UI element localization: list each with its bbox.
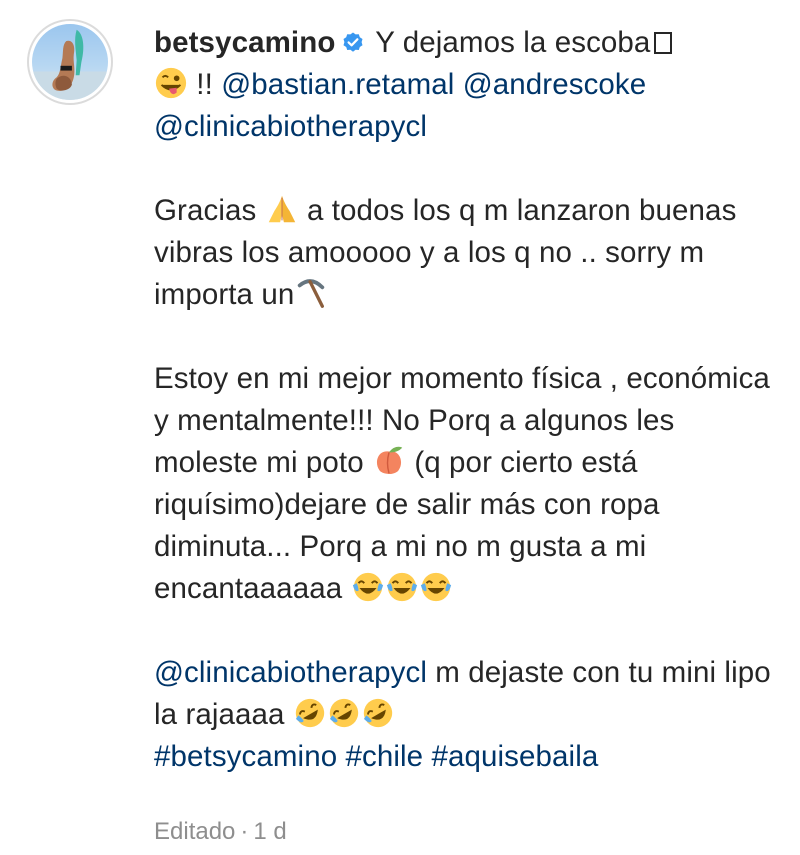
caption-text: betsycamino Y dejamos la escoba !! @bast… [154, 22, 784, 148]
mention-clinica-link-2[interactable]: @clinicabiotherapycl [154, 656, 427, 689]
username-link[interactable]: betsycamino [154, 26, 335, 59]
caption-paragraph-4: @clinicabiotherapycl m dejaste con tu mi… [154, 652, 784, 778]
profile-photo-icon [32, 29, 108, 100]
comment-meta: Editado · 1 d [154, 818, 287, 846]
caption-gracias: Gracias [154, 194, 257, 227]
verified-badge-icon [341, 25, 365, 52]
tears-of-joy-emoji-icon [419, 570, 453, 604]
hashtag-chile-link[interactable]: #chile [346, 740, 424, 773]
rolling-laughing-emoji-icon [293, 696, 327, 730]
caption-paragraph-3: Estoy en mi mejor momento física , econó… [154, 358, 784, 610]
hashtag-betsycamino-link[interactable]: #betsycamino [154, 740, 337, 773]
caption-line-1: Y dejamos la escoba [375, 26, 651, 59]
rolling-laughing-emoji-icon [327, 696, 361, 730]
missing-glyph-icon [654, 32, 673, 54]
mention-andrescoke-link[interactable]: @andrescoke [463, 68, 647, 101]
caption-body: betsycamino Y dejamos la escoba !! @bast… [154, 22, 784, 778]
edited-label: Editado [154, 818, 236, 845]
mention-clinica-link[interactable]: @clinicabiotherapycl [154, 110, 427, 143]
pick-icon [294, 276, 328, 310]
tears-of-joy-emoji-icon [351, 570, 385, 604]
folded-hands-emoji-icon [265, 192, 299, 226]
timestamp[interactable]: 1 d [253, 818, 286, 845]
tears-of-joy-emoji-icon [385, 570, 419, 604]
caption-paragraph-2: Gracias a todos los q m lanzaron buenas … [154, 190, 784, 316]
hashtag-aquisebaila-link[interactable]: #aquisebaila [432, 740, 599, 773]
rolling-laughing-emoji-icon [361, 696, 395, 730]
avatar-photo [32, 24, 108, 100]
peach-emoji-icon [372, 444, 406, 478]
mention-bastian-link[interactable]: @bastian.retamal [221, 68, 454, 101]
winking-tongue-emoji-icon [154, 66, 188, 100]
avatar[interactable] [27, 19, 113, 105]
caption-exclaim: !! [196, 68, 213, 101]
meta-separator: · [240, 818, 249, 845]
post-caption-comment: betsycamino Y dejamos la escoba !! @bast… [0, 0, 800, 855]
